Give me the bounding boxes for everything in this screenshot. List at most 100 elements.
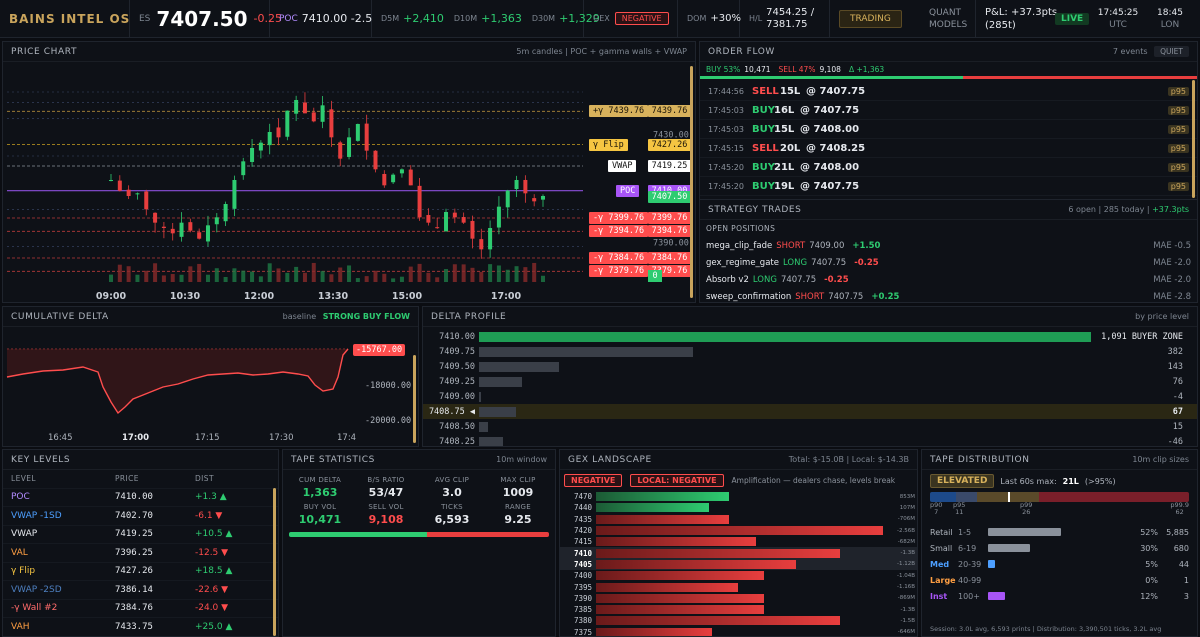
kl-price: 7384.76	[115, 603, 153, 614]
lon-clock: 18:45 LON	[1146, 0, 1194, 38]
delta-profile-row[interactable]: 7408.25 -46	[423, 434, 1197, 447]
trading-button[interactable]: TRADING	[839, 9, 902, 28]
td-pct: 30%	[1140, 543, 1158, 553]
candle-body	[435, 227, 440, 229]
delta-profile-row[interactable]: 7408.75 ◀ 67	[423, 404, 1197, 419]
gex-row[interactable]: 7380 -1.5B	[560, 615, 917, 626]
tape-stat-label: AVG CLIP	[434, 476, 470, 484]
order-flow-row[interactable]: 17:45:03 BUY 15L @ 7408.00 p95	[700, 120, 1197, 139]
of-side: SELL	[752, 85, 779, 97]
tape-stat-cell: B/S RATIO 53/47	[353, 476, 419, 499]
price-chart-panel: PRICE CHART 5m candles | POC + gamma wall…	[2, 41, 696, 303]
order-flow-row[interactable]: 17:45:20 BUY 19L @ 7407.75 p95	[700, 177, 1197, 196]
gex-note: Amplification — dealers chase, levels br…	[731, 476, 896, 485]
dp-bar	[479, 391, 482, 402]
pct-p90-val: 7	[934, 508, 939, 516]
delta-profile-row[interactable]: 7409.25 76	[423, 374, 1197, 389]
gex-row[interactable]: 7375 -646M	[560, 627, 917, 636]
volume-bar	[241, 270, 246, 282]
gex-row[interactable]: 7385 -1.3B	[560, 604, 917, 615]
td-bar-track	[988, 544, 1128, 552]
delta-profile-row[interactable]: 7410.00 1,091 BUYER ZONE	[423, 329, 1197, 344]
delta-profile-row[interactable]: 7409.00 -4	[423, 389, 1197, 404]
cum-delta-scrollbar[interactable]	[413, 355, 416, 443]
strategy-row[interactable]: Absorb v2 LONG 7407.75 -0.25 MAE -2.0	[700, 271, 1197, 288]
volume-bar	[197, 263, 202, 282]
key-level-row[interactable]: -γ Wall #2 7384.76 -24.0 ▼	[3, 600, 278, 618]
strategy-row[interactable]: mega_clip_fade SHORT 7409.00 +1.50 MAE -0.5	[700, 237, 1197, 254]
order-flow-title: ORDER FLOW	[708, 46, 775, 57]
volume-bar	[382, 273, 387, 282]
gex-row[interactable]: 7435 -706M	[560, 514, 917, 525]
gex-row[interactable]: 7410 -1.3B	[560, 547, 917, 559]
key-level-row[interactable]: VWAP -2SD 7386.14 -22.6 ▼	[3, 581, 278, 600]
key-level-row[interactable]: VAL 7396.25 -12.5 ▼	[3, 544, 278, 563]
tape-dist-row[interactable]: Small 6-19 30% 680	[930, 540, 1189, 556]
delta-profile-row[interactable]: 7409.50 143	[423, 359, 1197, 374]
of-percentile-badge: p95	[1167, 105, 1189, 115]
gex-row[interactable]: 7400 -1.04B	[560, 570, 917, 581]
key-levels-header: KEY LEVELS	[3, 450, 278, 470]
key-level-row[interactable]: VWAP 7419.25 +10.5 ▲	[3, 526, 278, 544]
td-range: 40-99	[958, 575, 982, 585]
strategy-side: LONG	[782, 257, 808, 268]
key-levels-scrollbar[interactable]	[273, 488, 276, 636]
gex-row[interactable]: 7395 -1.16B	[560, 581, 917, 592]
gex-bar-track	[596, 548, 886, 558]
dom-stat: DOM +30%	[678, 0, 741, 38]
gex-local-badge: LOCAL: NEGATIVE	[630, 474, 724, 487]
gex-row[interactable]: 7405 -1.12B	[560, 558, 917, 571]
tape-dist-row[interactable]: Med 20-39 5% 44	[930, 556, 1189, 572]
gex-strike: 7440	[573, 503, 592, 513]
gex-row[interactable]: 7470 853M	[560, 491, 917, 502]
delta-profile-row[interactable]: 7408.50 15	[423, 419, 1197, 434]
delta-profile-row[interactable]: 7409.75 382	[423, 344, 1197, 359]
order-flow-row[interactable]: 17:44:56 SELL 15L @ 7407.75 p95	[700, 82, 1197, 101]
utc-label: UTC	[1109, 19, 1127, 30]
strategy-pnl: -0.25	[854, 257, 879, 268]
strategy-mae: MAE -0.5	[1153, 240, 1191, 251]
delta-profile-title: DELTA PROFILE	[431, 311, 507, 322]
quant-models-tab[interactable]: QUANT MODELS	[920, 0, 976, 38]
tape-dist-title: TAPE DISTRIBUTION	[930, 454, 1030, 465]
last-price: 7407.50	[156, 6, 248, 31]
tape-dist-row[interactable]: Large 40-99 0% 1	[930, 572, 1189, 588]
order-flow-scrollbar[interactable]	[1192, 80, 1195, 198]
high-value: 7454.25 /	[766, 6, 815, 18]
tape-dist-row[interactable]: Retail 1-5 52% 5,885	[930, 524, 1189, 540]
order-flow-row[interactable]: 17:45:03 BUY 16L @ 7407.75 p95	[700, 101, 1197, 120]
candle-body	[197, 232, 202, 239]
gex-state-row: NEGATIVE LOCAL: NEGATIVE Amplification —…	[560, 470, 917, 491]
td-range: 1-5	[958, 527, 972, 537]
gex-row[interactable]: 7390 -869M	[560, 593, 917, 604]
candle-body	[294, 100, 299, 114]
key-level-row[interactable]: VAH 7433.75 +25.0 ▲	[3, 618, 278, 636]
gex-row[interactable]: 7440 107M	[560, 502, 917, 513]
gex-value: -682M	[897, 538, 915, 545]
cum-delta-area	[7, 349, 348, 413]
gex-row[interactable]: 7420 -2.56B	[560, 525, 917, 536]
kl-price: 7419.25	[115, 529, 153, 540]
delta-profile-list: 7410.00 1,091 BUYER ZONE 7409.75 382 7409.50…	[423, 327, 1197, 447]
last-max-label: Last 60s max:	[1000, 476, 1057, 486]
price-chart-scrollbar[interactable]	[690, 66, 693, 298]
gex-row[interactable]: 7415 -682M	[560, 536, 917, 547]
strategy-row[interactable]: sweep_confirmation SHORT 7407.75 +0.25 MAE -…	[700, 288, 1197, 302]
level-tag: -γ 7384.76	[589, 251, 649, 264]
key-level-row[interactable]: POC 7410.00 +1.3 ▲	[3, 489, 278, 507]
kl-name: POC	[11, 492, 30, 503]
dp-price: 7408.25	[439, 436, 475, 447]
candle-body	[188, 222, 193, 231]
key-level-row[interactable]: γ Flip 7427.26 +18.5 ▲	[3, 563, 278, 581]
tape-dist-row[interactable]: Inst 100+ 12% 3	[930, 588, 1189, 604]
order-flow-row[interactable]: 17:45:20 BUY 21L @ 7408.00 p95	[700, 158, 1197, 177]
key-level-row[interactable]: VWAP -1SD 7402.70 -6.1 ▼	[3, 507, 278, 526]
strategy-pnl: +37.3pts	[1152, 205, 1189, 214]
volume-bar	[223, 276, 228, 282]
candle-body	[399, 169, 404, 174]
level-value: 7384.76	[648, 251, 691, 264]
strategy-price: 7407.75	[828, 291, 864, 302]
strategy-row[interactable]: gex_regime_gate LONG 7407.75 -0.25 MAE -2.0	[700, 254, 1197, 271]
kl-name: VWAP -2SD	[11, 584, 62, 595]
order-flow-row[interactable]: 17:45:15 SELL 20L @ 7408.25 p95	[700, 139, 1197, 158]
